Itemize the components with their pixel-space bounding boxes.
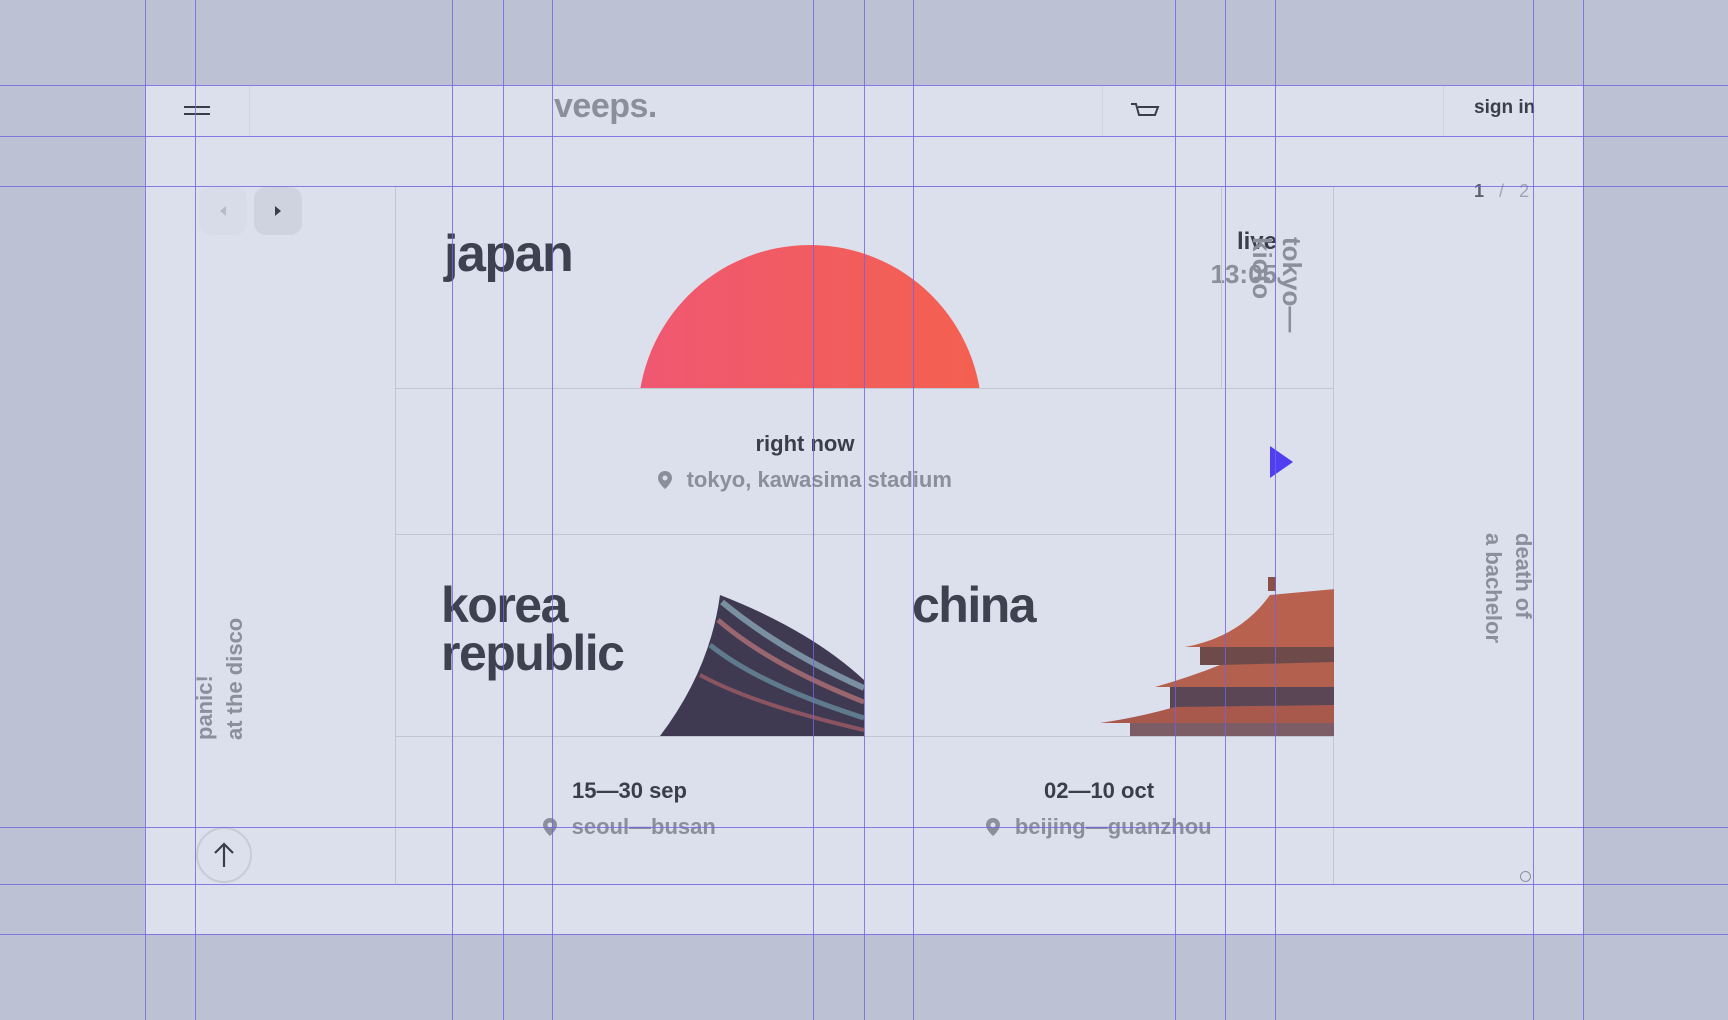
grid-line bbox=[0, 827, 1728, 828]
korea-card[interactable]: korea republic bbox=[395, 535, 864, 736]
route-line2: kioto bbox=[1247, 237, 1277, 300]
grid-line bbox=[1583, 0, 1584, 1020]
signin-divider bbox=[1443, 85, 1444, 136]
scroll-top-button[interactable] bbox=[196, 827, 252, 883]
china-title: china bbox=[912, 577, 1037, 633]
progress-dot bbox=[1520, 871, 1531, 882]
cart-icon bbox=[1131, 102, 1160, 116]
next-button[interactable] bbox=[254, 187, 302, 235]
grid-line bbox=[1175, 0, 1176, 1020]
grid-line bbox=[864, 0, 865, 1020]
now-location: tokyo, kawasima stadium bbox=[395, 467, 1215, 493]
chevron-right-icon bbox=[275, 206, 281, 216]
korea-title-line2: republic bbox=[441, 625, 625, 681]
grid-line bbox=[503, 0, 504, 1020]
china-temple-image bbox=[1100, 577, 1334, 736]
route-line1: tokyo— bbox=[1277, 237, 1307, 333]
grid-line bbox=[452, 0, 453, 1020]
grid-line bbox=[145, 0, 146, 1020]
location-pin-icon bbox=[658, 471, 673, 489]
china-dates: 02—10 oct bbox=[1043, 778, 1155, 803]
logo[interactable]: veeps. bbox=[554, 87, 657, 126]
arrow-up-icon bbox=[214, 842, 234, 867]
grid-line bbox=[0, 884, 1728, 885]
grid-line bbox=[0, 186, 1728, 187]
hamburger-menu-icon bbox=[184, 105, 210, 115]
grid-line bbox=[552, 0, 553, 1020]
grid-line bbox=[1225, 0, 1226, 1020]
grid-line bbox=[195, 0, 196, 1020]
china-info[interactable]: 02—10 oct beijing—guanzhou bbox=[864, 736, 1334, 885]
side-right-line2: a bachelor bbox=[1481, 533, 1506, 644]
sign-in-link[interactable]: sign in bbox=[1474, 97, 1535, 119]
route-divider bbox=[1221, 186, 1222, 388]
menu-button[interactable] bbox=[145, 85, 250, 136]
japan-title: japan bbox=[444, 225, 574, 283]
side-left-line2: at the disco bbox=[222, 617, 247, 740]
korea-info[interactable]: 15—30 sep seoul—busan bbox=[395, 736, 864, 885]
grid-line bbox=[0, 136, 1728, 137]
pager-separator: / bbox=[1499, 181, 1505, 201]
china-card[interactable]: china bbox=[864, 535, 1334, 736]
grid-line bbox=[1533, 0, 1534, 1020]
japan-route: tokyo— kioto bbox=[1247, 237, 1307, 332]
chevron-left-icon bbox=[220, 206, 226, 216]
side-artist-right[interactable]: death of a bachelor bbox=[1478, 533, 1538, 673]
grid-line bbox=[1275, 0, 1276, 1020]
grid-line bbox=[813, 0, 814, 1020]
grid-line bbox=[913, 0, 914, 1020]
play-icon[interactable] bbox=[1269, 446, 1295, 478]
side-artist-left[interactable]: panic! at the disco bbox=[190, 600, 250, 740]
pager-total[interactable]: 2 bbox=[1519, 181, 1529, 201]
korea-title: korea republic bbox=[441, 580, 625, 678]
grid-line bbox=[0, 85, 1728, 86]
now-label: right now bbox=[755, 431, 855, 456]
pager: 1 / 2 bbox=[1474, 181, 1529, 202]
pager-current[interactable]: 1 bbox=[1474, 181, 1484, 201]
korea-pagoda-image bbox=[660, 595, 864, 736]
prev-button[interactable] bbox=[199, 187, 247, 235]
rising-sun bbox=[638, 245, 982, 388]
korea-dates: 15—30 sep bbox=[572, 778, 687, 803]
grid-line bbox=[0, 934, 1728, 935]
